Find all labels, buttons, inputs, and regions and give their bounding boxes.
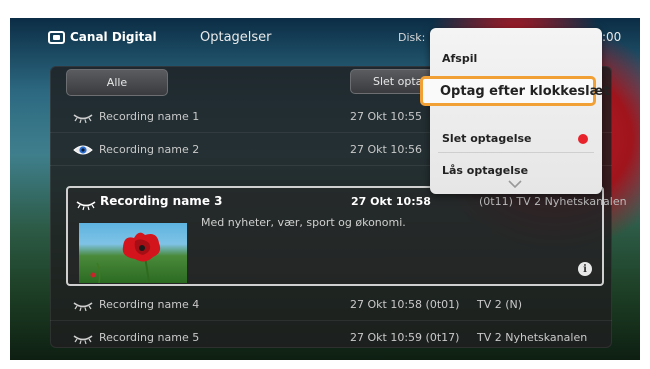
disk-label: Disk: <box>398 31 426 44</box>
recording-description: Med nyheter, vær, sport og økonomi. <box>201 216 406 229</box>
tv-logo-icon <box>48 30 65 44</box>
menu-divider <box>438 152 594 153</box>
chevron-down-icon[interactable] <box>508 180 522 188</box>
recording-name: Recording name 2 <box>99 143 200 156</box>
eye-open-icon <box>73 145 93 155</box>
menu-item-delete-recording[interactable]: Slet optagelse <box>442 132 531 145</box>
tv-screen: Canal Digital Optagelser Disk: :00 Alle … <box>10 18 640 360</box>
menu-item-record-by-time[interactable]: Optag efter klokkeslæt <box>420 76 609 106</box>
eye-closed-icon <box>73 302 93 312</box>
recording-row-4[interactable]: Recording name 4 27 Okt 10:58 (0t01) TV … <box>50 288 612 321</box>
recording-date: 27 Okt 10:58 (0t01) <box>350 298 460 311</box>
eye-closed-icon <box>76 201 96 211</box>
recording-date: 27 Okt 10:58 <box>351 195 431 208</box>
recording-row-3-selected[interactable]: Recording name 3 27 Okt 10:58 (0t11) TV … <box>66 186 627 286</box>
poppy-flower-image <box>90 232 161 283</box>
recording-date: 27 Okt 10:59 (0t17) <box>350 331 460 344</box>
brand-logo: Canal Digital <box>48 30 157 44</box>
menu-item-play[interactable]: Afspil <box>442 52 477 65</box>
recording-channel: TV 2 (N) <box>477 298 523 311</box>
eye-closed-icon <box>73 114 93 124</box>
clock: :00 <box>602 30 622 44</box>
recording-channel: TV 2 Nyhetskanalen <box>477 331 588 344</box>
recording-name: Recording name 3 <box>100 194 223 208</box>
all-filter-button[interactable]: Alle <box>66 69 168 96</box>
recording-row-5[interactable]: Recording name 5 27 Okt 10:59 (0t17) TV … <box>50 321 612 354</box>
context-menu: Afspil Optag efter klokkeslæt Slet optag… <box>420 28 609 194</box>
info-icon[interactable]: i <box>578 262 592 276</box>
logo-text: Canal Digital <box>70 30 157 44</box>
red-button-icon <box>578 134 588 144</box>
recording-name: Recording name 5 <box>99 331 200 344</box>
recording-thumbnail <box>79 223 187 283</box>
recording-date: 27 Okt 10:56 <box>350 143 423 156</box>
page-title: Optagelser <box>200 30 272 45</box>
recording-channel: (0t11) TV 2 Nyhetskanalen <box>479 195 627 208</box>
recording-name: Recording name 1 <box>99 110 200 123</box>
menu-item-lock-recording[interactable]: Lås optagelse <box>442 164 528 177</box>
recording-name: Recording name 4 <box>99 298 200 311</box>
eye-closed-icon <box>73 335 93 345</box>
recording-date: 27 Okt 10:55 <box>350 110 423 123</box>
